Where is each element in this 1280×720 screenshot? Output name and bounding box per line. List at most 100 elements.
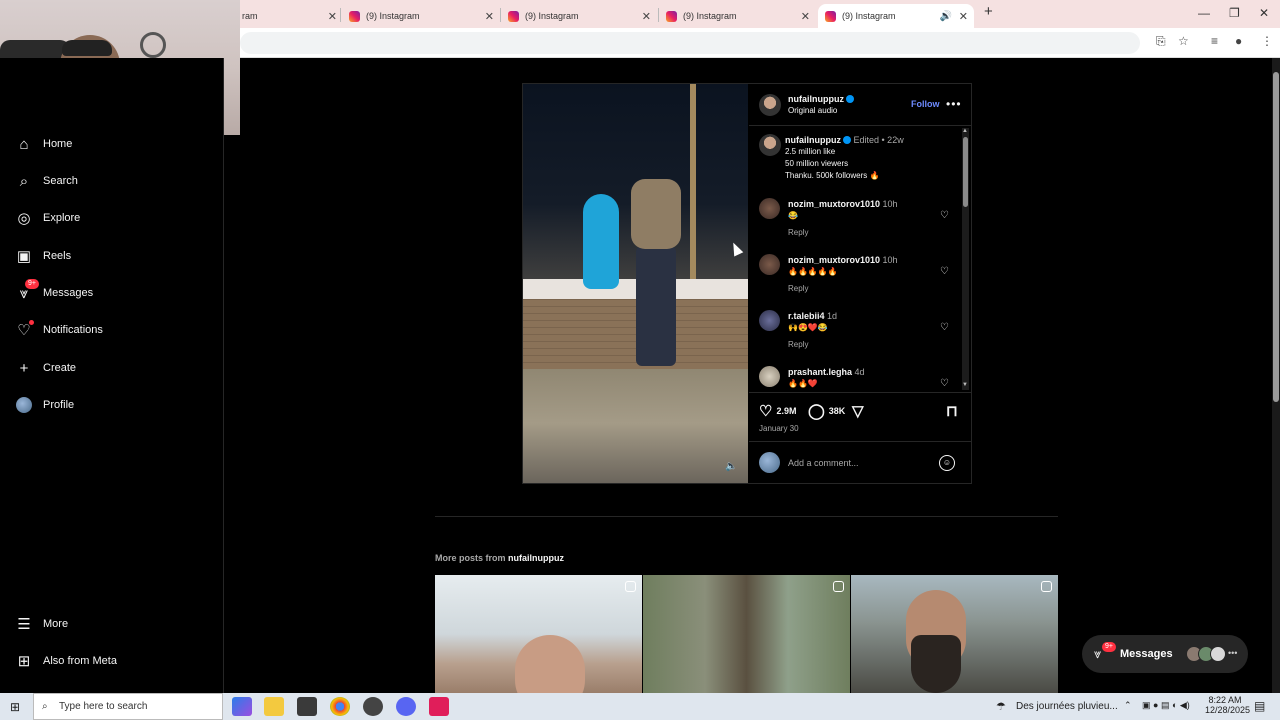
profile-avatar[interactable]: ● [1235, 34, 1242, 48]
bookmark-star-icon[interactable]: ☆ [1178, 34, 1189, 48]
audio-label[interactable]: Original audio [788, 106, 837, 115]
reel-icon [625, 581, 636, 592]
speaker-icon[interactable]: 🔊 [940, 11, 952, 22]
browser-tab[interactable]: (9) Instagram ✕ [349, 4, 494, 28]
close-tab-icon[interactable]: ✕ [959, 10, 968, 23]
like-comment-icon[interactable]: ♡ [940, 322, 949, 333]
comment-action[interactable]: ◯ 38K [808, 402, 845, 420]
like-comment-icon[interactable]: ♡ [940, 266, 949, 277]
sidebar-item-label: More [43, 618, 69, 630]
minimize-icon[interactable]: — [1198, 6, 1210, 20]
like-comment-icon[interactable]: ♡ [940, 210, 949, 221]
tray-chevron-icon[interactable]: ⌃ [1124, 700, 1132, 711]
close-tab-icon[interactable]: ✕ [485, 10, 494, 23]
bookmark-icon[interactable]: ⊓ [946, 402, 958, 420]
follow-button[interactable]: Follow [911, 99, 940, 109]
instagram-icon [508, 10, 519, 22]
more-posts-author[interactable]: nufailnuppuz [508, 553, 564, 563]
sidebar-item-home[interactable]: ⌂ Home [16, 136, 72, 153]
new-tab-button[interactable]: + [984, 3, 993, 20]
sidebar-item-reels[interactable]: ▣ Reels [16, 248, 71, 265]
restore-icon[interactable]: ❐ [1229, 6, 1240, 20]
sidebar-item-profile[interactable]: Profile [16, 397, 74, 413]
more-posts-label: More posts from [435, 553, 506, 563]
close-window-icon[interactable]: ✕ [1259, 6, 1269, 20]
comments-scroll-thumb[interactable] [963, 137, 968, 207]
comment-user[interactable]: prashant.legha [788, 367, 852, 377]
sidebar-item-label: Search [43, 175, 78, 187]
post-author[interactable]: nufailnuppuz [788, 94, 854, 104]
close-tab-icon[interactable]: ✕ [642, 10, 651, 23]
scroll-up-icon[interactable]: ▲ [962, 128, 968, 134]
save-action[interactable]: ⊓ [946, 402, 962, 420]
reply-button[interactable]: Reply [788, 228, 808, 237]
post-thumbnail[interactable] [435, 575, 642, 693]
weather-text[interactable]: Des journées pluvieu... [1016, 701, 1118, 712]
browser-tab[interactable]: (9) Instagram ✕ [666, 4, 810, 28]
comment-icon[interactable]: ◯ [808, 402, 825, 420]
reply-button[interactable]: Reply [788, 340, 808, 349]
tray-icons[interactable]: ▣ ● ▤ ◐ ◀) [1142, 700, 1190, 711]
post-thumbnail[interactable] [643, 575, 850, 693]
browser-tab[interactable]: ram ✕ [242, 4, 337, 28]
messages-badge: 9+ [1102, 642, 1116, 652]
comment-user[interactable]: nozim_muxtorov1010 [788, 255, 880, 265]
scroll-down-icon[interactable]: ▼ [962, 382, 968, 388]
add-comment-input[interactable]: Add a comment... [788, 458, 859, 468]
sidebar-item-explore[interactable]: ◎ Explore [16, 210, 80, 227]
like-action[interactable]: ♡ 2.9M [759, 402, 796, 420]
reel-video[interactable]: 🔈 [523, 84, 748, 483]
app-icon[interactable] [429, 697, 449, 716]
copilot-icon[interactable] [232, 697, 252, 716]
reply-button[interactable]: Reply [788, 284, 808, 293]
sidebar-item-more[interactable]: ☰ More [16, 616, 69, 633]
clock[interactable]: 8:22 AM 12/28/2025 [1205, 695, 1250, 715]
sidebar-item-messages[interactable]: ⩔ 9+ Messages [16, 279, 93, 302]
more-options-icon[interactable]: ••• [946, 97, 962, 111]
discord-icon[interactable] [396, 697, 416, 716]
kebab-menu-icon[interactable]: ⋮ [1261, 34, 1273, 48]
obs-icon[interactable] [363, 697, 383, 716]
author-avatar[interactable] [759, 94, 781, 116]
sidebar-item-create[interactable]: + Create [16, 360, 76, 377]
sidebar-item-notifications[interactable]: ♡ Notifications [16, 320, 103, 339]
taskbar-search-input[interactable]: ⌕ Type here to search [33, 693, 223, 720]
messages-floating-button[interactable]: ⩔ 9+ Messages ••• [1082, 635, 1248, 673]
windows-start-icon[interactable]: ⊞ [10, 700, 20, 714]
commenter-avatar[interactable] [759, 198, 780, 219]
notification-center-icon[interactable]: ▤ [1254, 699, 1265, 713]
share-icon[interactable]: ▽ [852, 402, 864, 420]
file-explorer-icon[interactable] [264, 697, 284, 716]
comment-user[interactable]: r.talebii4 [788, 311, 825, 321]
verified-badge-icon [846, 95, 854, 103]
emoji-picker-icon[interactable]: ☺ [939, 455, 955, 471]
commenter-avatar[interactable] [759, 254, 780, 275]
media-controls-icon[interactable]: ≡ [1211, 34, 1218, 48]
install-app-icon[interactable]: ⎘ [1156, 34, 1166, 49]
store-icon[interactable] [297, 697, 317, 716]
page-scroll-thumb[interactable] [1273, 72, 1279, 402]
browser-tab[interactable]: (9) Instagram ✕ [508, 4, 651, 28]
commenter-avatar[interactable] [759, 310, 780, 331]
comment-user[interactable]: nozim_muxtorov1010 [788, 199, 880, 209]
share-action[interactable]: ▽ [852, 402, 868, 420]
chrome-icon[interactable] [330, 697, 350, 716]
comment-header: nozim_muxtorov1010 10h [788, 255, 898, 265]
post-thumbnail[interactable] [851, 575, 1058, 693]
close-tab-icon[interactable]: ✕ [328, 10, 337, 23]
commenter-avatar[interactable] [759, 366, 780, 387]
omnibox[interactable] [240, 32, 1140, 54]
sidebar-item-search[interactable]: ⌕ Search [16, 172, 78, 190]
browser-tab-active[interactable]: (9) Instagram 🔊 ✕ [818, 4, 974, 28]
search-icon: ⌕ [19, 172, 29, 190]
close-tab-icon[interactable]: ✕ [801, 10, 810, 23]
like-comment-icon[interactable]: ♡ [940, 378, 949, 389]
sidebar-item-also-from-meta[interactable]: ⊞ Also from Meta [16, 653, 117, 670]
instagram-icon [666, 10, 677, 22]
heart-icon[interactable]: ♡ [759, 402, 772, 420]
caption-author[interactable]: nufailnuppuz [785, 135, 841, 145]
comment-header: prashant.legha 4d [788, 367, 865, 377]
weather-icon[interactable]: ☂ [996, 700, 1006, 713]
caption-avatar[interactable] [759, 134, 781, 156]
volume-icon[interactable]: 🔈 [725, 461, 737, 472]
